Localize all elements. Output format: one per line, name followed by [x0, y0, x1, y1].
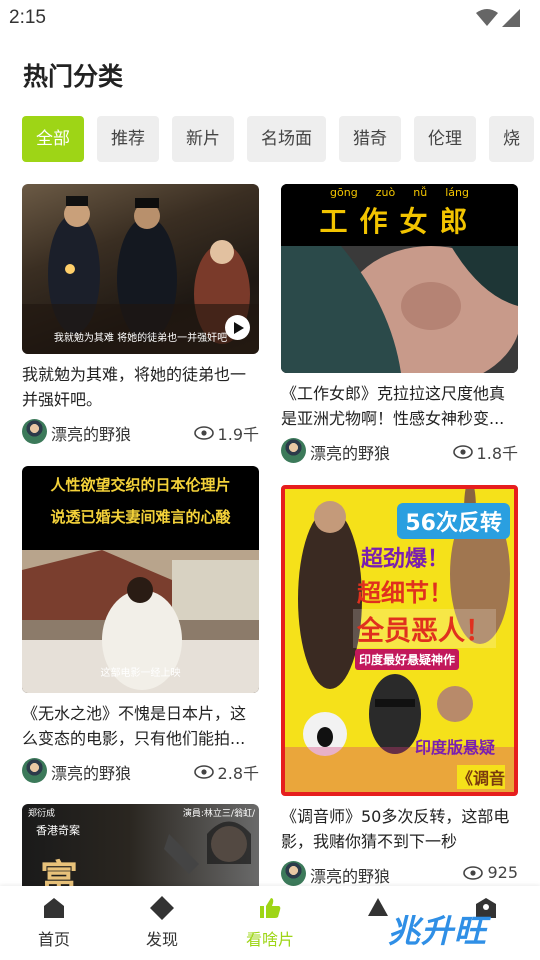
video-title[interactable]: 《工作女郎》克拉拉这尺度他真是亚洲尤物啊！性感女神秒变...: [281, 381, 518, 431]
pinyin-row: gōng zuò nǚ láng: [281, 186, 518, 199]
wifi-icon: [476, 9, 498, 26]
poster-text: 郑衍成: [28, 809, 56, 819]
status-time: 2:15: [9, 7, 46, 28]
chip-recommended[interactable]: 推荐: [97, 116, 159, 162]
video-thumbnail[interactable]: 人性欲望交织的日本伦理片 说透已婚夫妻间难言的心酸 这部电影一经上映: [22, 466, 259, 693]
video-subtitle: 这部电影一经上映: [100, 668, 181, 679]
poster-header: gōng zuò nǚ láng 工作女郎: [281, 184, 518, 246]
tab-discover[interactable]: 发现: [108, 886, 216, 960]
view-count-value: 925: [487, 863, 518, 882]
video-title[interactable]: 《调音师》50多次反转，这部电影，我赌你猜不到下一秒: [281, 804, 518, 854]
avatar[interactable]: [281, 861, 306, 886]
tab-home[interactable]: 首页: [0, 886, 108, 960]
video-thumbnail[interactable]: 56次反转 超劲爆！ 超细节！ 全员恶人！ 印度最好悬疑神作 印度版悬疑 《调音: [281, 485, 518, 796]
avatar[interactable]: [22, 419, 47, 444]
eye-icon: [193, 426, 214, 440]
view-count-value: 1.9千: [217, 425, 259, 444]
video-card[interactable]: gōng zuò nǚ láng 工作女郎 《工作女郎》克拉拉这尺度他真是亚洲尤…: [281, 184, 518, 464]
banner-line: 说透已婚夫妻间难言的心酸: [50, 508, 231, 526]
poster-line: 《调音: [457, 765, 506, 789]
poster-line: 印度最好悬疑神作: [355, 649, 460, 670]
video-title[interactable]: 《无水之池》不愧是日本片，这么变态的电影，只有他们能拍...: [22, 701, 259, 751]
video-thumbnail[interactable]: 郑衍成 演員:林立三/翁虹/ 香港奇案 富: [22, 804, 259, 886]
avatar[interactable]: [22, 758, 47, 783]
poster-title: 工作女郎: [319, 205, 480, 238]
tab-icon: [368, 898, 388, 916]
video-title[interactable]: 我就勉为其难，将她的徒弟也一并强奸吧。: [22, 362, 259, 412]
page-title: 热门分类: [23, 62, 124, 91]
poster-text: 富: [40, 857, 79, 886]
video-meta: 漂亮的野狼 2.8千: [22, 758, 259, 784]
video-card[interactable]: 56次反转 超劲爆！ 超细节！ 全员恶人！ 印度最好悬疑神作 印度版悬疑 《调音…: [281, 485, 518, 887]
view-count-value: 1.8千: [476, 444, 518, 463]
eye-icon: [193, 765, 214, 779]
tab-label: 看啥片: [245, 930, 294, 949]
discover-icon: [150, 896, 174, 920]
chip-new[interactable]: 新片: [172, 116, 234, 162]
poster-line: 超劲爆！: [361, 547, 450, 572]
poster-text: 香港奇案: [36, 824, 80, 837]
chip-ethics[interactable]: 伦理: [414, 116, 476, 162]
video-meta: 漂亮的野狼 925: [281, 861, 518, 887]
view-count: 1.9千: [193, 421, 259, 445]
video-meta: 漂亮的野狼 1.8千: [281, 438, 518, 464]
chip-famous-scenes[interactable]: 名场面: [247, 116, 326, 162]
chip-all[interactable]: 全部: [22, 116, 84, 162]
video-meta: 漂亮的野狼 1.9千: [22, 419, 259, 445]
poster-line: 印度版悬疑: [415, 738, 496, 757]
eye-icon: [463, 865, 484, 880]
view-count-value: 2.8千: [217, 764, 259, 783]
tab-label: 发现: [145, 930, 178, 949]
author-name[interactable]: 漂亮的野狼: [310, 863, 390, 887]
video-card[interactable]: 人性欲望交织的日本伦理片 说透已婚夫妻间难言的心酸 这部电影一经上映 《无水之池…: [22, 466, 259, 784]
video-thumbnail[interactable]: 我就勉为其难 将她的徒弟也一并强奸吧: [22, 184, 259, 354]
avatar[interactable]: [281, 438, 306, 463]
chip-bizarre[interactable]: 猎奇: [339, 116, 401, 162]
pinyin: láng: [445, 186, 469, 199]
status-icons: [476, 9, 520, 27]
poster-image: [164, 821, 251, 874]
video-card[interactable]: 我就勉为其难 将她的徒弟也一并强奸吧 我就勉为其难，将她的徒弟也一并强奸吧。 漂…: [22, 184, 259, 445]
view-count: 925: [463, 863, 518, 882]
pinyin: nǚ: [413, 186, 428, 199]
play-button[interactable]: [225, 315, 250, 340]
category-chips: 全部 推荐 新片 名场面 猎奇 伦理烧: [22, 116, 540, 162]
pinyin: gōng: [330, 186, 358, 199]
video-card[interactable]: 郑衍成 演員:林立三/翁虹/ 香港奇案 富: [22, 804, 259, 886]
view-count: 2.8千: [193, 760, 259, 784]
tab-label: 首页: [37, 930, 70, 949]
author-name[interactable]: 漂亮的野狼: [51, 421, 131, 445]
signal-icon: [502, 9, 520, 27]
view-count: 1.8千: [452, 440, 518, 464]
thumbs-up-icon: [260, 898, 281, 918]
status-bar: 2:15: [0, 0, 540, 36]
pinyin: zuò: [375, 186, 396, 199]
poster-line: 全员恶人！: [353, 609, 496, 648]
eye-icon: [452, 445, 473, 459]
poster-badge: 56次反转: [397, 503, 510, 539]
poster-image: [281, 246, 518, 373]
author-name[interactable]: 漂亮的野狼: [51, 760, 131, 784]
banner-line: 人性欲望交织的日本伦理片: [50, 476, 231, 494]
poster-line: 超细节！: [357, 579, 453, 607]
video-subtitle: 我就勉为其难 将她的徒弟也一并强奸吧: [53, 333, 228, 344]
play-icon: [233, 321, 244, 334]
tab-what-to-watch[interactable]: 看啥片: [216, 886, 324, 960]
watermark-logo: 兆升旺: [388, 912, 488, 950]
chip-partial[interactable]: 烧: [489, 116, 534, 162]
video-thumbnail[interactable]: gōng zuò nǚ láng 工作女郎: [281, 184, 518, 373]
author-name[interactable]: 漂亮的野狼: [310, 440, 390, 464]
home-icon: [44, 898, 64, 918]
